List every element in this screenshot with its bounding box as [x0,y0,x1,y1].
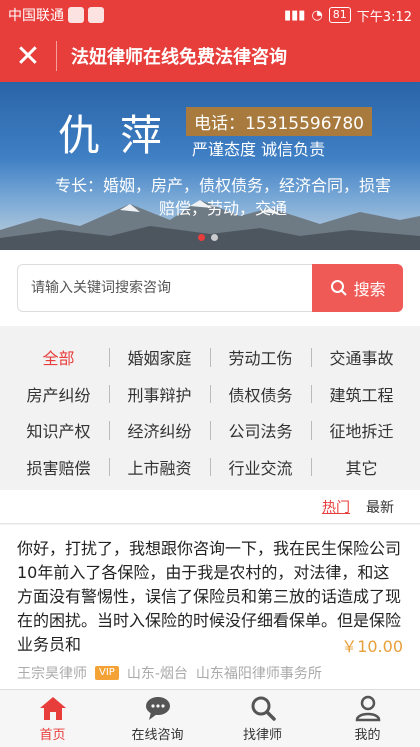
category-item[interactable]: 建筑工程 [311,376,412,413]
sort-tabs: 热门 最新 [0,490,420,524]
home-icon [39,697,66,720]
status-right: ▮▮▮ ◔ 81 下午3:12 [284,6,412,25]
lawyer-specialty: 专长：婚姻，房产，债权债务，经济合同，损害赔偿，劳动，交通 [54,176,391,218]
category-item[interactable]: 房产纠纷 [8,376,109,413]
tab-newest[interactable]: 最新 [366,497,394,517]
category-item[interactable]: 损害赔偿 [8,449,109,486]
tab-home[interactable]: 首页 [0,690,105,747]
category-item[interactable]: 刑事辩护 [109,376,210,413]
category-item[interactable]: 行业交流 [210,449,311,486]
lawyer-motto: 严谨态度 诚信负责 [192,140,326,159]
tab-find-lawyer-label: 找律师 [242,728,282,743]
banner[interactable]: 仇萍 电话：15315596780 严谨态度 诚信负责 专长：婚姻，房产，债权债… [0,82,420,250]
app-icon [88,7,104,23]
tab-find-lawyer[interactable]: 找律师 [210,690,315,747]
lawyer-name: 仇萍 [58,111,183,160]
lawyer-phone: 电话：15315596780 [186,107,372,136]
question-card[interactable]: 你好，打扰了，我想跟你咨询一下，我在民生保险公司10年前入了各保险，由于我是农村… [0,525,420,689]
question-meta: 王宗昊律师 VIP 山东-烟台 山东福阳律师事务所 [17,663,322,683]
category-item[interactable]: 交通事故 [311,339,412,376]
chat-icon [145,697,170,720]
tab-mine-label: 我的 [354,728,381,743]
category-item[interactable]: 劳动工伤 [210,339,311,376]
search-button[interactable]: 搜索 [312,264,403,312]
carousel-dot[interactable] [211,234,218,241]
category-item[interactable]: 债权债务 [210,376,311,413]
category-item[interactable]: 经济纠纷 [109,412,210,449]
battery-icon: 81 [328,7,351,23]
lawyer-link[interactable]: 王宗昊律师 [17,663,87,683]
category-item[interactable]: 征地拆迁 [311,412,412,449]
search-button-label: 搜索 [353,280,386,299]
category-grid: 全部 婚姻家庭 劳动工伤 交通事故 房产纠纷 刑事辩护 债权债务 建筑工程 知识… [0,326,420,488]
notification-icon [68,7,84,23]
tab-hot[interactable]: 热门 [322,497,350,517]
nav-bar: ✕ 法妞律师在线免费法律咨询 [0,30,420,82]
lawyer-location: 山东-烟台 [126,666,188,682]
vip-badge: VIP [95,666,119,680]
carousel-dot-active[interactable] [198,234,205,241]
carousel-dots [198,234,218,241]
wifi-icon: ◔ [311,7,323,23]
carrier: 中国联通 [8,5,104,25]
category-item[interactable]: 上市融资 [109,449,210,486]
status-time: 下午3:12 [356,9,412,25]
category-all[interactable]: 全部 [8,339,109,376]
tab-consult-label: 在线咨询 [131,728,184,743]
law-firm: 山东福阳律师事务所 [195,666,322,682]
status-bar: 中国联通 ▮▮▮ ◔ 81 下午3:12 [0,0,420,30]
search-input[interactable] [17,264,313,312]
category-item[interactable]: 其它 [311,449,412,486]
page-title: 法妞律师在线免费法律咨询 [71,47,287,68]
tab-consult[interactable]: 在线咨询 [105,690,210,747]
category-item[interactable]: 公司法务 [210,412,311,449]
tab-mine[interactable]: 我的 [315,690,420,747]
bottom-tab-bar: 首页 在线咨询 找律师 我的 [0,689,420,747]
search-icon [251,696,276,721]
question-price: ￥10.00 [341,637,403,656]
signal-icon: ▮▮▮ [283,7,306,23]
search-icon [330,280,347,296]
user-icon [355,695,380,722]
category-item[interactable]: 婚姻家庭 [109,339,210,376]
close-icon[interactable]: ✕ [0,30,56,82]
search-bar: 搜索 [0,250,420,326]
carrier-name: 中国联通 [8,8,64,24]
tab-home-label: 首页 [39,728,66,743]
category-item[interactable]: 知识产权 [8,412,109,449]
